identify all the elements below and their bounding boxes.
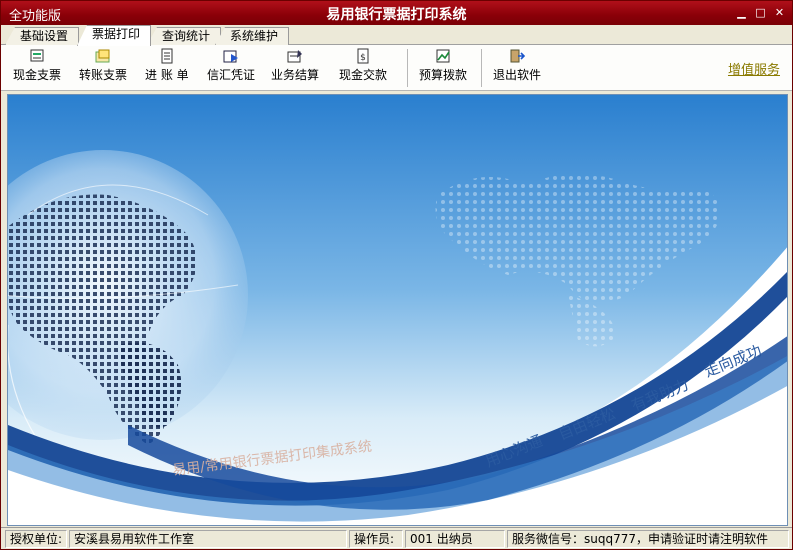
tab-basic-settings[interactable]: 基础设置 [5,27,80,45]
toolbar-label: 现金支票 [13,68,62,82]
budget-icon [436,49,450,63]
toolbar-separator [481,49,482,87]
menu-tabs: 基础设置 票据打印 查询统计 系统维护 [1,25,792,46]
remittance-icon [223,50,238,63]
tab-query-stats[interactable]: 查询统计 [147,27,222,45]
deposit-slip-icon [161,48,173,64]
close-icon[interactable]: ✕ [771,4,788,21]
toolbar-label: 进 账 单 [145,68,189,82]
operator-value: 001 出纳员 [405,530,505,548]
exit-software-button[interactable]: 退出软件 [493,48,541,83]
toolbar-label: 退出软件 [493,68,542,82]
exit-icon [510,49,526,63]
toolbar-label: 现金交款 [339,68,388,82]
minimize-icon[interactable]: ▁ [733,4,750,21]
business-settlement-button[interactable]: 业务结算 [271,48,319,83]
cash-payment-button[interactable]: $ 现金交款 [339,48,387,83]
service-info: 服务微信号：suqq777，申请验证时请注明软件 [507,530,789,548]
svg-text:$: $ [360,53,366,63]
budget-allocation-button[interactable]: 预算拨款 [419,48,467,83]
title-bar: 全功能版 易用银行票据打印系统 ▁ □ ✕ [1,1,792,25]
cash-payment-icon: $ [357,48,369,64]
transfer-icon [95,49,110,63]
remittance-voucher-button[interactable]: 信汇凭证 [207,48,255,83]
cheque-icon [30,49,44,62]
tab-system-maintenance[interactable]: 系统维护 [215,27,290,45]
toolbar: 现金支票 转账支票 进 账 单 信汇凭证 业务结算 $ 现金交款 预算拨款 退出… [1,45,792,91]
cash-cheque-button[interactable]: 现金支票 [13,48,61,83]
settlement-icon [287,50,302,63]
toolbar-label: 信汇凭证 [207,68,256,82]
app-window: 全功能版 易用银行票据打印系统 ▁ □ ✕ 基础设置 票据打印 查询统计 系统维… [0,0,793,550]
maximize-icon[interactable]: □ [752,4,769,21]
toolbar-separator [407,49,408,87]
transfer-cheque-button[interactable]: 转账支票 [79,48,127,83]
deposit-slip-button[interactable]: 进 账 单 [145,48,189,83]
window-title: 易用银行票据打印系统 [326,7,467,23]
auth-label: 授权单位: [5,530,67,548]
operator-label: 操作员: [349,530,403,548]
value-added-services-link[interactable]: 增值服务 [728,59,780,78]
auth-value: 安溪县易用软件工作室 [69,530,347,548]
status-bar: 授权单位: 安溪县易用软件工作室 操作员: 001 出纳员 服务微信号：suqq… [1,527,792,549]
toolbar-label: 转账支票 [79,68,128,82]
toolbar-label: 预算拨款 [419,68,468,82]
splash-banner: 用心沟通 自由轻松 有我助力 走向成功 易用/常用银行票据打印集成系统 [7,94,788,526]
tab-ticket-print[interactable]: 票据打印 [77,25,152,46]
banner-graphic: 用心沟通 自由轻松 有我助力 走向成功 易用/常用银行票据打印集成系统 [8,95,787,525]
toolbar-label: 业务结算 [271,68,320,82]
